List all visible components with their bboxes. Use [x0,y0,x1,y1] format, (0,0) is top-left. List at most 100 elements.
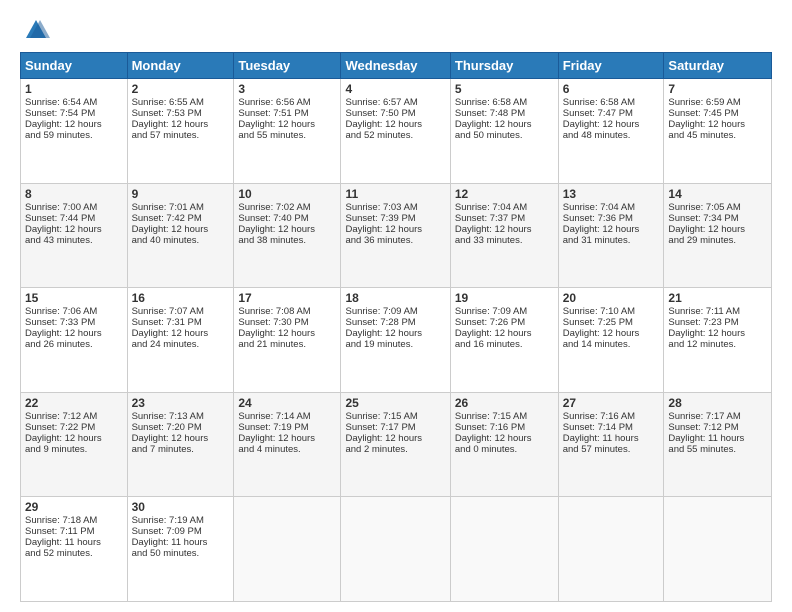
day-number: 17 [238,291,336,305]
day-info-line: and 43 minutes. [25,235,123,246]
day-info-line: Daylight: 12 hours [668,224,767,235]
calendar-header-row: SundayMondayTuesdayWednesdayThursdayFrid… [21,53,772,79]
logo-icon [22,16,50,44]
day-number: 13 [563,187,660,201]
day-info-line: Sunrise: 7:11 AM [668,306,767,317]
day-info-line: Daylight: 12 hours [345,433,445,444]
calendar-cell: 18Sunrise: 7:09 AMSunset: 7:28 PMDayligh… [341,288,450,393]
day-number: 22 [25,396,123,410]
day-info-line: Sunset: 7:19 PM [238,422,336,433]
day-info-line: Daylight: 12 hours [25,433,123,444]
day-info-line: Sunset: 7:34 PM [668,213,767,224]
day-info-line: Sunrise: 6:55 AM [132,97,230,108]
day-info-line: and 59 minutes. [25,130,123,141]
day-info-line: Daylight: 12 hours [238,119,336,130]
day-info-line: and 36 minutes. [345,235,445,246]
day-info-line: Daylight: 12 hours [238,433,336,444]
day-info-line: and 4 minutes. [238,444,336,455]
day-info-line: Sunrise: 7:09 AM [455,306,554,317]
day-info-line: Sunrise: 7:08 AM [238,306,336,317]
day-info-line: Sunset: 7:36 PM [563,213,660,224]
day-header-saturday: Saturday [664,53,772,79]
day-number: 18 [345,291,445,305]
day-info-line: Sunset: 7:09 PM [132,526,230,537]
day-info-line: Sunrise: 7:05 AM [668,202,767,213]
day-info-line: Sunrise: 7:18 AM [25,515,123,526]
day-info-line: Sunset: 7:51 PM [238,108,336,119]
day-info-line: Sunset: 7:37 PM [455,213,554,224]
day-info-line: Daylight: 12 hours [25,328,123,339]
calendar-week-1: 1Sunrise: 6:54 AMSunset: 7:54 PMDaylight… [21,79,772,184]
calendar-cell: 2Sunrise: 6:55 AMSunset: 7:53 PMDaylight… [127,79,234,184]
day-info-line: Sunrise: 7:04 AM [563,202,660,213]
day-number: 4 [345,82,445,96]
day-info-line: Sunrise: 7:06 AM [25,306,123,317]
calendar-cell [664,497,772,602]
day-info-line: and 55 minutes. [238,130,336,141]
day-info-line: Sunset: 7:16 PM [455,422,554,433]
day-number: 7 [668,82,767,96]
day-header-monday: Monday [127,53,234,79]
day-info-line: Sunset: 7:25 PM [563,317,660,328]
calendar-week-5: 29Sunrise: 7:18 AMSunset: 7:11 PMDayligh… [21,497,772,602]
day-info-line: and 7 minutes. [132,444,230,455]
day-number: 25 [345,396,445,410]
day-info-line: Daylight: 11 hours [668,433,767,444]
day-info-line: and 26 minutes. [25,339,123,350]
calendar-cell: 19Sunrise: 7:09 AMSunset: 7:26 PMDayligh… [450,288,558,393]
day-info-line: and 33 minutes. [455,235,554,246]
day-info-line: Daylight: 12 hours [455,328,554,339]
calendar-cell: 17Sunrise: 7:08 AMSunset: 7:30 PMDayligh… [234,288,341,393]
day-number: 21 [668,291,767,305]
calendar-cell: 12Sunrise: 7:04 AMSunset: 7:37 PMDayligh… [450,183,558,288]
day-info-line: Sunrise: 6:56 AM [238,97,336,108]
day-info-line: Daylight: 11 hours [563,433,660,444]
day-number: 28 [668,396,767,410]
day-info-line: Sunset: 7:14 PM [563,422,660,433]
calendar-cell: 13Sunrise: 7:04 AMSunset: 7:36 PMDayligh… [558,183,664,288]
day-info-line: Daylight: 12 hours [563,224,660,235]
day-info-line: Daylight: 12 hours [25,224,123,235]
day-info-line: and 16 minutes. [455,339,554,350]
day-info-line: and 9 minutes. [25,444,123,455]
day-info-line: Sunrise: 7:10 AM [563,306,660,317]
calendar-cell: 7Sunrise: 6:59 AMSunset: 7:45 PMDaylight… [664,79,772,184]
day-info-line: and 57 minutes. [132,130,230,141]
day-header-wednesday: Wednesday [341,53,450,79]
calendar-cell: 11Sunrise: 7:03 AMSunset: 7:39 PMDayligh… [341,183,450,288]
day-info-line: Daylight: 12 hours [455,224,554,235]
day-number: 1 [25,82,123,96]
day-info-line: and 24 minutes. [132,339,230,350]
day-info-line: Daylight: 12 hours [132,433,230,444]
day-info-line: and 50 minutes. [455,130,554,141]
day-info-line: Sunset: 7:31 PM [132,317,230,328]
day-info-line: Sunset: 7:53 PM [132,108,230,119]
day-info-line: Sunrise: 7:17 AM [668,411,767,422]
day-info-line: Sunrise: 6:57 AM [345,97,445,108]
day-number: 24 [238,396,336,410]
day-info-line: Daylight: 12 hours [132,119,230,130]
calendar-cell: 5Sunrise: 6:58 AMSunset: 7:48 PMDaylight… [450,79,558,184]
day-info-line: and 21 minutes. [238,339,336,350]
day-info-line: Sunrise: 7:04 AM [455,202,554,213]
day-info-line: Daylight: 11 hours [25,537,123,548]
day-info-line: Sunset: 7:11 PM [25,526,123,537]
day-info-line: Daylight: 12 hours [132,224,230,235]
day-info-line: Sunrise: 7:00 AM [25,202,123,213]
day-info-line: and 0 minutes. [455,444,554,455]
day-number: 29 [25,500,123,514]
day-number: 10 [238,187,336,201]
day-info-line: Sunset: 7:23 PM [668,317,767,328]
calendar-cell: 4Sunrise: 6:57 AMSunset: 7:50 PMDaylight… [341,79,450,184]
day-info-line: and 38 minutes. [238,235,336,246]
day-info-line: Sunset: 7:28 PM [345,317,445,328]
day-info-line: and 29 minutes. [668,235,767,246]
calendar-week-4: 22Sunrise: 7:12 AMSunset: 7:22 PMDayligh… [21,392,772,497]
day-info-line: Sunrise: 6:58 AM [455,97,554,108]
day-number: 14 [668,187,767,201]
day-info-line: Daylight: 12 hours [668,328,767,339]
day-number: 5 [455,82,554,96]
day-info-line: and 52 minutes. [345,130,445,141]
logo [20,16,50,44]
day-info-line: Sunrise: 7:02 AM [238,202,336,213]
